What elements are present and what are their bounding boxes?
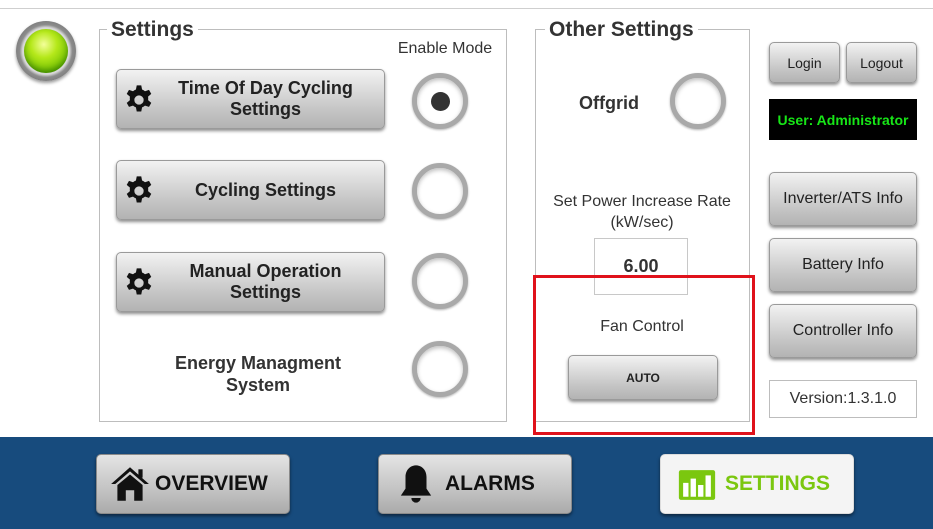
current-user-badge: User: Administrator xyxy=(769,99,917,140)
settings-tab-label: SETTINGS xyxy=(725,472,831,495)
status-light-icon xyxy=(16,21,76,81)
controller-info-button[interactable]: Controller Info xyxy=(769,304,917,358)
overview-tab-label: OVERVIEW xyxy=(155,472,268,495)
bottom-nav-bar: OVERVIEW ALARMS SETTINGS xyxy=(0,437,933,529)
version-label: Version:1.3.1.0 xyxy=(769,380,917,418)
battery-info-button[interactable]: Battery Info xyxy=(769,238,917,292)
login-button[interactable]: Login xyxy=(769,42,840,83)
energy-management-enable-radio[interactable] xyxy=(412,341,468,397)
bell-icon xyxy=(400,465,432,503)
top-divider xyxy=(0,8,933,9)
manual-operation-enable-radio[interactable] xyxy=(412,253,468,309)
time-of-day-enable-radio[interactable] xyxy=(412,73,468,129)
bar-chart-icon xyxy=(678,470,716,500)
manual-operation-button[interactable]: Manual Operation Settings xyxy=(116,252,385,312)
cycling-settings-label: Cycling Settings xyxy=(194,179,337,200)
inverter-ats-info-button[interactable]: Inverter/ATS Info xyxy=(769,172,917,226)
logout-button[interactable]: Logout xyxy=(846,42,917,83)
house-icon xyxy=(111,467,149,501)
cycling-enable-radio[interactable] xyxy=(412,163,468,219)
gear-icon xyxy=(126,176,152,203)
fan-mode-button[interactable]: AUTO xyxy=(568,355,718,400)
other-settings-title: Other Settings xyxy=(545,18,698,42)
settings-title: Settings xyxy=(107,18,198,42)
power-rate-label: Set Power Increase Rate (kW/sec) xyxy=(553,193,731,231)
gear-icon xyxy=(126,268,152,295)
alarms-tab-label: ALARMS xyxy=(445,472,535,495)
gear-icon xyxy=(126,85,152,112)
energy-management-label: Energy Managment System xyxy=(174,353,342,395)
time-of-day-cycling-button[interactable]: Time Of Day Cycling Settings xyxy=(116,69,385,129)
settings-tab[interactable]: SETTINGS xyxy=(660,454,854,514)
fan-control-label: Fan Control xyxy=(600,318,684,335)
radio-selected-dot xyxy=(430,91,450,111)
alarms-tab[interactable]: ALARMS xyxy=(378,454,572,514)
offgrid-label: Offgrid xyxy=(579,93,639,113)
manual-operation-label: Manual Operation Settings xyxy=(189,261,342,302)
overview-tab[interactable]: OVERVIEW xyxy=(96,454,290,514)
enable-mode-label: Enable Mode xyxy=(397,40,493,57)
offgrid-enable-radio[interactable] xyxy=(670,73,726,129)
cycling-settings-button[interactable]: Cycling Settings xyxy=(116,160,385,220)
time-of-day-cycling-label: Time Of Day Cycling Settings xyxy=(178,78,353,119)
